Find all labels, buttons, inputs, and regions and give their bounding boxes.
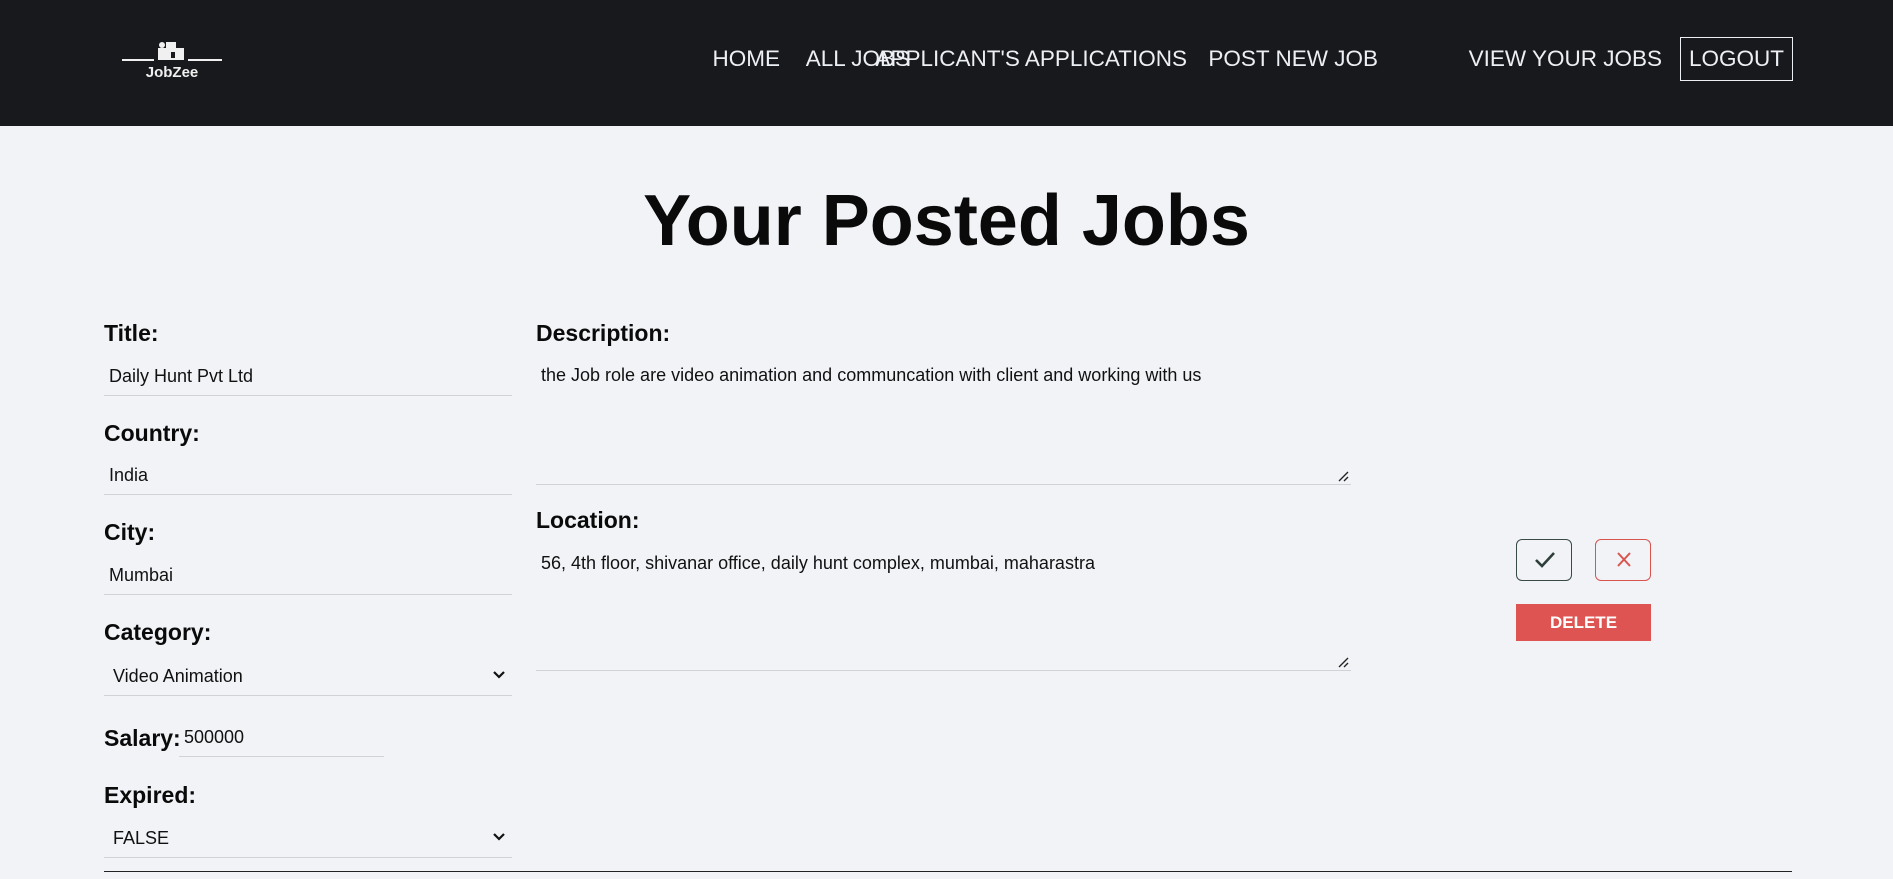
chevron-down-icon	[493, 833, 505, 841]
category-selected-value: Video Animation	[113, 666, 243, 686]
category-select[interactable]: Video Animation	[104, 656, 512, 696]
city-input[interactable]	[104, 557, 512, 595]
logo-text: JobZee	[145, 64, 199, 81]
title-input[interactable]	[104, 358, 512, 396]
country-label: Country:	[104, 420, 200, 446]
chevron-down-icon	[493, 671, 505, 679]
expired-label: Expired:	[104, 782, 197, 808]
cancel-edit-button[interactable]	[1595, 539, 1651, 581]
logo-icon	[122, 42, 222, 61]
city-label: City:	[104, 519, 156, 545]
close-icon	[1617, 552, 1631, 567]
salary-input[interactable]	[179, 719, 384, 757]
logout-button[interactable]: LOGOUT	[1679, 37, 1793, 81]
expired-select[interactable]: FALSE	[104, 818, 512, 858]
page-title: Your Posted Jobs	[643, 181, 1250, 261]
nav-post-new-job[interactable]: POST NEW JOB	[1208, 37, 1378, 81]
description-label: Description:	[536, 320, 671, 346]
logo[interactable]: JobZee	[122, 38, 222, 84]
location-label: Location:	[536, 507, 640, 533]
category-label: Category:	[104, 619, 212, 645]
divider	[104, 871, 1792, 872]
delete-button[interactable]: DELETE	[1516, 604, 1651, 641]
title-label: Title:	[104, 320, 159, 346]
description-textarea[interactable]: the Job role are video animation and com…	[536, 356, 1351, 485]
resize-grip-icon[interactable]	[1337, 656, 1349, 668]
expired-selected-value: FALSE	[113, 828, 170, 848]
check-icon	[1535, 552, 1555, 568]
salary-label: Salary:	[104, 725, 181, 751]
country-input[interactable]	[104, 457, 512, 495]
nav-applicants-applications[interactable]: APPLICANT'S APPLICATIONS	[876, 37, 1187, 81]
nav-view-your-jobs[interactable]: VIEW YOUR JOBS	[1469, 37, 1662, 81]
location-text: 56, 4th floor, shivanar office, daily hu…	[541, 553, 1095, 573]
nav-home[interactable]: HOME	[713, 37, 781, 81]
location-textarea[interactable]: 56, 4th floor, shivanar office, daily hu…	[536, 544, 1351, 671]
resize-grip-icon[interactable]	[1337, 470, 1349, 482]
description-text: the Job role are video animation and com…	[541, 365, 1202, 385]
confirm-edit-button[interactable]	[1516, 539, 1572, 581]
navbar: JobZee HOME ALL JOBS APPLICANT'S APPLICA…	[0, 0, 1893, 126]
